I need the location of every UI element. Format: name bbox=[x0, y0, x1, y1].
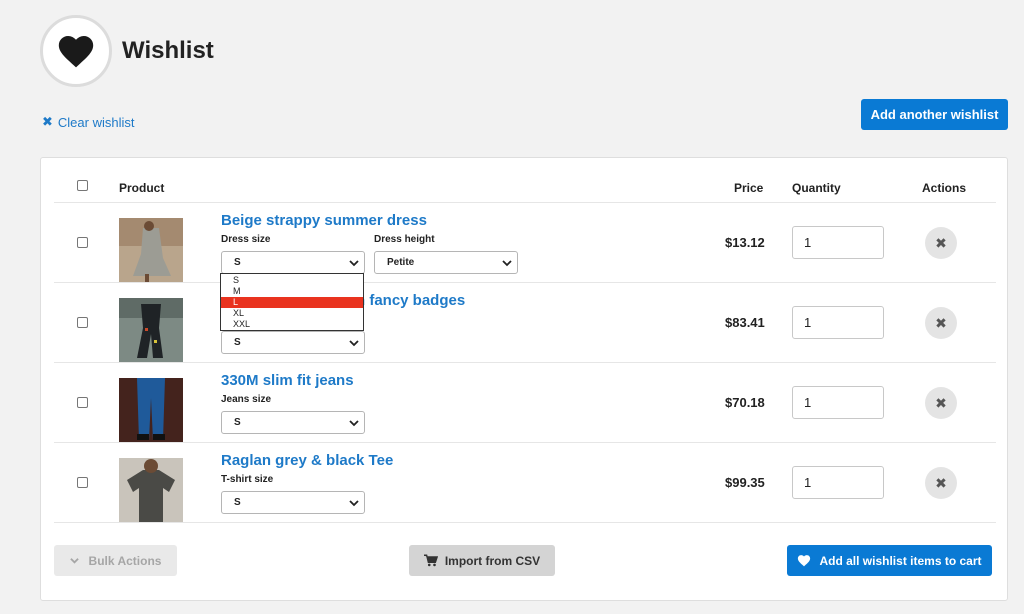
close-icon: ✖ bbox=[42, 114, 53, 129]
product-price: $70.18 bbox=[725, 395, 765, 410]
variant-label: Dress size bbox=[221, 234, 271, 245]
select-value: S bbox=[234, 257, 241, 268]
quantity-input[interactable]: 1 bbox=[792, 306, 884, 339]
heart-icon bbox=[798, 555, 811, 567]
quantity-input[interactable]: 1 bbox=[792, 466, 884, 499]
tshirt-size-select[interactable]: S bbox=[221, 491, 365, 514]
row-checkbox[interactable] bbox=[77, 477, 88, 488]
row-checkbox[interactable] bbox=[77, 317, 88, 328]
column-header-price: Price bbox=[734, 181, 764, 195]
dress-size-select[interactable]: S bbox=[221, 251, 365, 274]
bulk-actions-button[interactable]: Bulk Actions bbox=[54, 545, 177, 576]
wishlist-table-panel: Product Price Quantity Actions Beige str… bbox=[40, 157, 1008, 601]
dropdown-option-xxl[interactable]: XXL bbox=[221, 319, 363, 330]
import-csv-button[interactable]: Import from CSV bbox=[409, 545, 555, 576]
remove-item-button[interactable]: ✖ bbox=[925, 387, 957, 419]
clear-wishlist-link[interactable]: ✖ Clear wishlist bbox=[42, 114, 134, 130]
add-another-wishlist-button[interactable]: Add another wishlist bbox=[861, 99, 1008, 130]
product-image[interactable] bbox=[119, 378, 183, 442]
quantity-input[interactable]: 1 bbox=[792, 386, 884, 419]
add-all-label: Add all wishlist items to cart bbox=[819, 553, 982, 568]
clear-wishlist-label: Clear wishlist bbox=[57, 114, 135, 130]
variant-label: Jeans size bbox=[221, 394, 272, 405]
dropdown-option-xl[interactable]: XL bbox=[221, 308, 363, 319]
chevron-down-icon bbox=[349, 420, 359, 427]
chevron-down-icon bbox=[349, 260, 359, 267]
column-header-actions: Actions bbox=[922, 181, 967, 195]
remove-item-button[interactable]: ✖ bbox=[925, 227, 957, 259]
dropdown-option-m[interactable]: M bbox=[221, 286, 363, 297]
dress-height-select[interactable]: Petite bbox=[374, 251, 518, 274]
product-price: $13.12 bbox=[725, 235, 765, 250]
close-icon: ✖ bbox=[935, 474, 947, 491]
table-row: Raglan grey & black Tee T-shirt size S $… bbox=[41, 442, 1009, 522]
remove-item-button[interactable]: ✖ bbox=[925, 467, 957, 499]
select-value: S bbox=[234, 337, 241, 348]
select-value: Petite bbox=[387, 257, 415, 268]
product-image[interactable] bbox=[119, 458, 183, 522]
remove-item-button[interactable]: ✖ bbox=[925, 307, 957, 339]
chevron-down-icon bbox=[69, 558, 79, 564]
chevron-down-icon bbox=[349, 340, 359, 347]
wishlist-logo bbox=[40, 15, 112, 87]
table-row: 330M slim fit jeans Jeans size S $70.18 … bbox=[41, 362, 1009, 442]
close-icon: ✖ bbox=[935, 394, 947, 411]
row-checkbox[interactable] bbox=[77, 237, 88, 248]
page-title: Wishlist bbox=[122, 37, 214, 64]
variant-label: Dress height bbox=[374, 234, 435, 245]
cart-icon bbox=[423, 554, 438, 567]
select-all-checkbox[interactable] bbox=[77, 180, 88, 191]
size-dropdown-list: S M L XL XXL bbox=[220, 273, 364, 331]
close-icon: ✖ bbox=[935, 234, 947, 251]
dropdown-option-l[interactable]: L bbox=[221, 297, 363, 308]
heart-icon bbox=[58, 35, 94, 68]
jeans-size-select[interactable]: S bbox=[221, 411, 365, 434]
product-image[interactable] bbox=[119, 298, 183, 362]
column-header-product: Product bbox=[119, 181, 165, 195]
add-all-to-cart-button[interactable]: Add all wishlist items to cart bbox=[787, 545, 992, 576]
product-price: $83.41 bbox=[725, 315, 765, 330]
select-value: S bbox=[234, 497, 241, 508]
chevron-down-icon bbox=[502, 260, 512, 267]
product-name-link[interactable]: Raglan grey & black Tee bbox=[221, 452, 393, 469]
bulk-actions-label: Bulk Actions bbox=[88, 553, 162, 568]
product-image[interactable] bbox=[119, 218, 183, 282]
close-icon: ✖ bbox=[935, 314, 947, 331]
product-name-link[interactable]: Beige strappy summer dress bbox=[221, 212, 427, 229]
column-header-quantity: Quantity bbox=[792, 181, 841, 195]
import-csv-label: Import from CSV bbox=[444, 553, 541, 568]
table-row: Beige strappy summer dress Dress size Dr… bbox=[41, 202, 1009, 282]
product-price: $99.35 bbox=[725, 475, 765, 490]
variant-label: T-shirt size bbox=[221, 474, 274, 485]
quantity-input[interactable]: 1 bbox=[792, 226, 884, 259]
table-row: th fancy badges S $83.41 1 ✖ bbox=[41, 282, 1009, 362]
row-divider bbox=[54, 522, 996, 523]
dropdown-option-s[interactable]: S bbox=[221, 275, 363, 286]
chevron-down-icon bbox=[349, 500, 359, 507]
product-name-link[interactable]: 330M slim fit jeans bbox=[221, 372, 354, 389]
row-checkbox[interactable] bbox=[77, 397, 88, 408]
select-value: S bbox=[234, 417, 241, 428]
product-name-link[interactable]: th fancy badges bbox=[351, 292, 465, 309]
size-select[interactable]: S bbox=[221, 331, 365, 354]
